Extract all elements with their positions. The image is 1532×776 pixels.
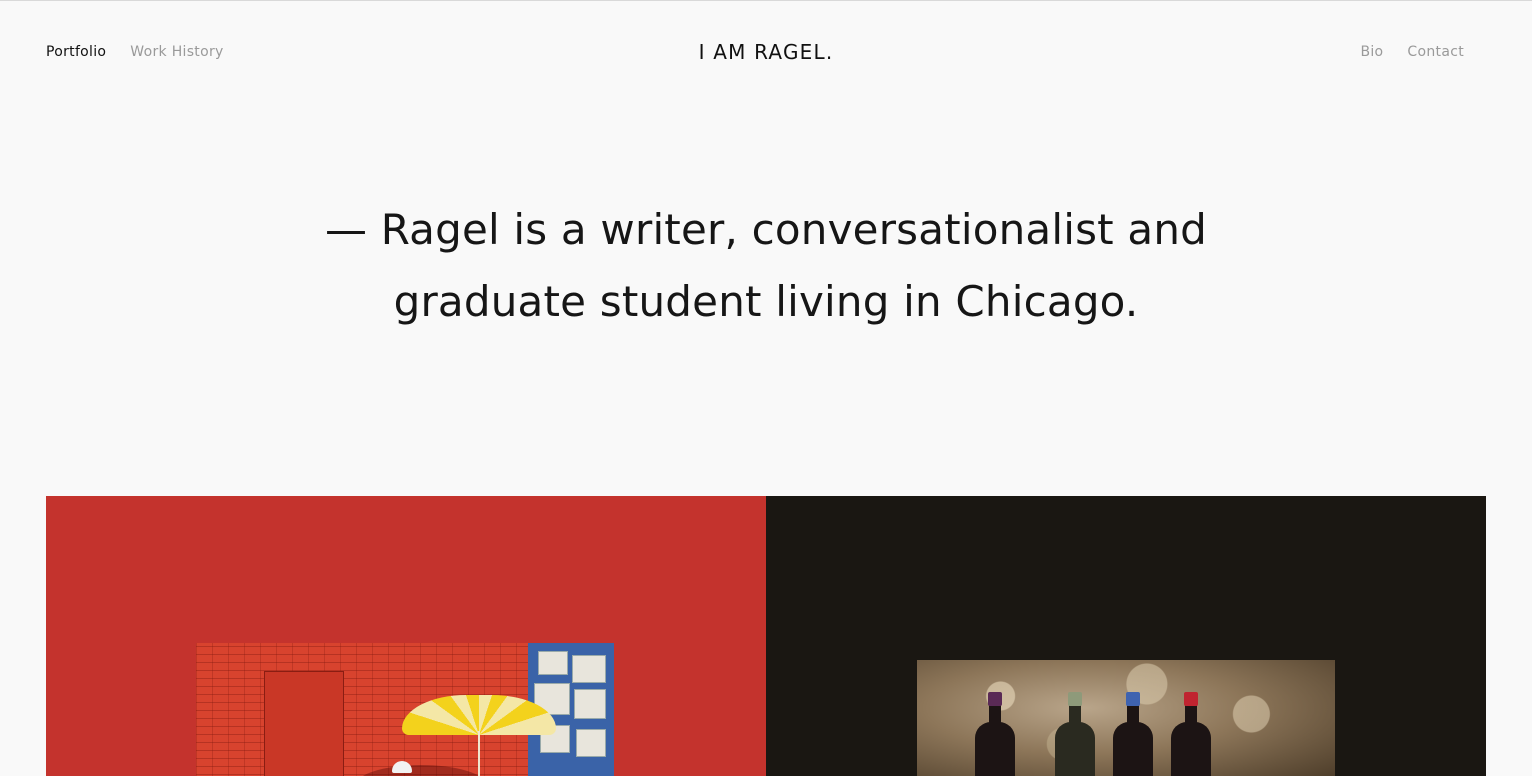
door-shape [264, 671, 344, 776]
secondary-nav: Bio Contact [1360, 44, 1464, 60]
intro-statement: — Ragel is a writer, conversationalist a… [266, 194, 1266, 338]
portfolio-tile-wine[interactable] [766, 496, 1486, 776]
wine-bottle-icon [1055, 692, 1095, 776]
wine-bottle-icon [1113, 692, 1153, 776]
nav-bio[interactable]: Bio [1360, 44, 1383, 60]
top-border [0, 0, 1532, 1]
intro-line-1: — Ragel is a writer, conversationalist a… [324, 205, 1208, 254]
intro-line-2: graduate student living in Chicago. [393, 277, 1139, 326]
wine-bottle-icon [975, 692, 1015, 776]
poster [572, 655, 606, 683]
poster [574, 689, 606, 719]
poster [538, 651, 568, 675]
street-umbrella-photo [196, 643, 614, 776]
umbrella-pole [478, 731, 480, 776]
wine-bottle-icon [1171, 692, 1211, 776]
wine-bottles-photo [917, 660, 1335, 776]
poster [576, 729, 606, 757]
portfolio-tile-street[interactable] [46, 496, 766, 776]
nav-contact[interactable]: Contact [1407, 44, 1464, 60]
site-logo[interactable]: I AM RAGEL. [0, 40, 1532, 64]
